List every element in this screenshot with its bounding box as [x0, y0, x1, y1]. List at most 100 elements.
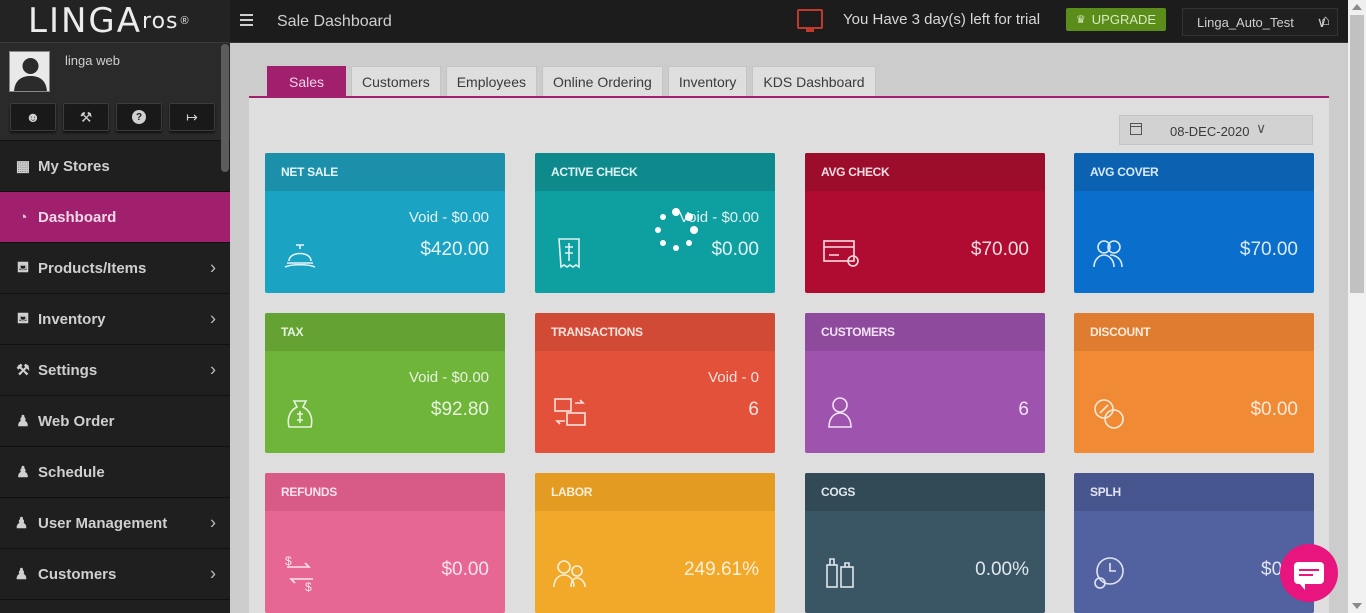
card-discount[interactable]: DISCOUNT $0.00	[1074, 313, 1314, 453]
card-value: $70.00	[1239, 239, 1298, 260]
sidebar-item-products-items[interactable]: ⛾ Products/Items ›	[0, 243, 230, 294]
sidebar-scrollbar[interactable]	[221, 44, 229, 172]
chevron-down-icon: ∨	[1256, 120, 1267, 136]
logo-main: LINGA	[28, 1, 143, 41]
sidebar-item-label: Schedule	[38, 463, 105, 481]
spinner-dot	[685, 239, 692, 246]
basket-icon: ⛾	[16, 309, 30, 327]
menu-toggle-icon[interactable]	[240, 14, 253, 26]
home-icon[interactable]: ⌂	[1321, 12, 1330, 29]
sidebar-item-user-management[interactable]: ♟ User Management ›	[0, 498, 230, 549]
trial-notice: You Have 3 day(s) left for trial	[843, 11, 1041, 28]
sidebar-item-web-order[interactable]: ♟ Web Order	[0, 396, 230, 447]
help-button[interactable]: ?	[116, 103, 162, 131]
logout-button[interactable]: ↦	[169, 103, 215, 131]
scroll-thumb[interactable]	[1350, 15, 1364, 293]
main-content: Sales Customers Employees Online Ordering In…	[230, 44, 1348, 613]
spinner-dot	[655, 227, 661, 233]
card-value: 249.61%	[683, 559, 759, 580]
chevron-right-icon: ›	[210, 257, 216, 278]
spinner-dot	[690, 226, 698, 234]
card-value: $92.80	[430, 399, 489, 420]
sidebar-item-label: Dashboard	[38, 208, 117, 226]
store-selector[interactable]: Linga_Auto_Test ∨	[1182, 8, 1338, 36]
card-value: $0.00	[1250, 399, 1298, 420]
card-value: $70.00	[970, 239, 1029, 260]
refund-icon: $$	[285, 554, 313, 593]
date-picker[interactable]: 08-DEC-2020 ∨	[1119, 115, 1313, 145]
tab-employees[interactable]: Employees	[445, 66, 537, 96]
card-avg-check[interactable]: AVG CHECK $70.00	[805, 153, 1045, 293]
card-value: $0.00	[711, 239, 759, 260]
card-value: $0.00	[441, 559, 489, 580]
card-value: $420.00	[420, 239, 489, 260]
card-title: DISCOUNT	[1074, 313, 1314, 351]
chat-button[interactable]	[1280, 544, 1338, 602]
basket-icon: ⛾	[16, 258, 30, 276]
avatar[interactable]	[9, 51, 50, 92]
tools-button[interactable]: ⚒	[63, 103, 109, 131]
card-refunds[interactable]: REFUNDS $0.00 $ $	[265, 473, 505, 613]
sidebar-item-label: User Management	[38, 514, 168, 532]
logo[interactable]: LINGA ros ®	[0, 0, 230, 43]
person-icon	[828, 397, 852, 428]
card-cogs[interactable]: COGS 0.00%	[805, 473, 1045, 613]
user-icon: ☻	[25, 109, 41, 125]
card-subtext: Void - 0	[708, 369, 759, 386]
card-title: ACTIVE CHECK	[535, 153, 775, 191]
card-value: 0.00%	[975, 559, 1029, 580]
card-value: 6	[748, 399, 759, 420]
card-labor[interactable]: LABOR 249.61%	[535, 473, 775, 613]
chat-icon	[1294, 562, 1324, 590]
card-transactions[interactable]: TRANSACTIONS Void - 0 6	[535, 313, 775, 453]
card-customers[interactable]: CUSTOMERS 6	[805, 313, 1045, 453]
sidebar-item-label: Web Order	[38, 412, 115, 430]
tab-inventory[interactable]: Inventory	[667, 66, 748, 96]
dashboard-icon: ◔	[18, 208, 28, 226]
card-subtext: Void - $0.00	[408, 369, 489, 386]
sidebar-item-label: Products/Items	[38, 259, 147, 277]
page-title: Sale Dashboard	[277, 13, 392, 30]
chevron-right-icon: ›	[210, 512, 216, 533]
card-avg-cover[interactable]: AVG COVER $70.00	[1074, 153, 1314, 293]
scroll-down-arrow[interactable]	[1352, 603, 1362, 609]
card-splh[interactable]: SPLH$0.0	[1074, 473, 1314, 613]
svg-text:$: $	[285, 554, 292, 568]
tab-online-ordering[interactable]: Online Ordering	[541, 66, 663, 96]
upgrade-button[interactable]: ♛ UPGRADE	[1066, 8, 1166, 31]
store-icon: ▦	[15, 158, 31, 175]
sidebar-item-settings[interactable]: ⚒ Settings ›	[0, 345, 230, 396]
tab-kds-dashboard[interactable]: KDS Dashboard	[752, 66, 876, 96]
card-title: NET SALE	[265, 153, 505, 191]
card-title: AVG CHECK	[805, 153, 1045, 191]
users-icon: ♟	[14, 566, 32, 583]
scroll-up-arrow[interactable]	[1352, 4, 1362, 10]
card-title: AVG COVER	[1074, 153, 1314, 191]
sidebar-item-customers[interactable]: ♟ Customers ›	[0, 549, 230, 600]
card-title: TAX	[265, 313, 505, 351]
sidebar-item-inventory[interactable]: ⛾ Inventory ›	[0, 294, 230, 345]
svg-text:$: $	[305, 580, 312, 593]
user-name: linga web	[65, 53, 120, 68]
help-icon: ?	[132, 110, 146, 124]
tab-sales[interactable]: Sales	[267, 66, 347, 96]
spinner-dot	[684, 213, 693, 222]
page-scrollbar[interactable]	[1348, 0, 1366, 613]
sidebar-item-label: Customers	[38, 565, 117, 583]
discount-icon	[1094, 399, 1124, 429]
store-name: Linga_Auto_Test	[1197, 14, 1294, 30]
card-net-sale[interactable]: NET SALE Void - $0.00 $420.00	[265, 153, 505, 293]
profile-button[interactable]: ☻	[10, 103, 56, 131]
sidebar-item-dashboard[interactable]: ◔ Dashboard	[0, 192, 230, 243]
upgrade-label: UPGRADE	[1091, 12, 1157, 27]
card-tax[interactable]: TAX Void - $0.00 $92.80	[265, 313, 505, 453]
top-bar: Sale Dashboard You Have 3 day(s) left fo…	[230, 0, 1366, 43]
logo-suffix: ros	[142, 8, 179, 34]
sidebar-item-my-stores[interactable]: ▦ My Stores	[0, 141, 230, 192]
card-title: TRANSACTIONS	[535, 313, 775, 351]
serving-bell-icon	[284, 244, 316, 268]
card-title: LABOR	[535, 473, 775, 511]
spinner-dot	[660, 239, 667, 246]
sidebar-item-schedule[interactable]: ♟ Schedule	[0, 447, 230, 498]
tab-customers[interactable]: Customers	[351, 66, 441, 96]
